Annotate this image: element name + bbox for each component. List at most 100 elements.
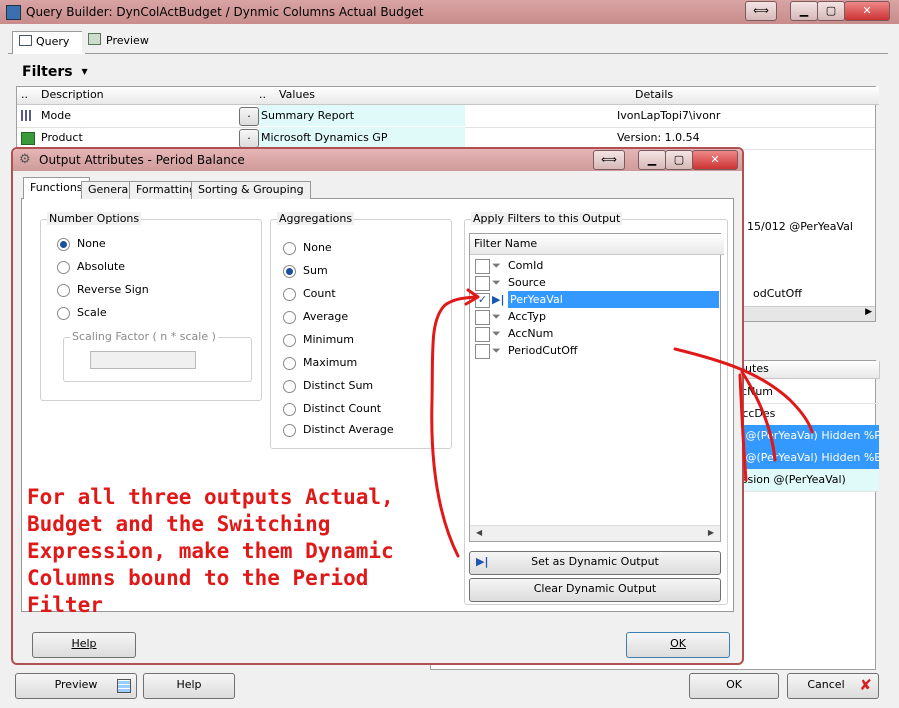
column-header-description[interactable]: Description [37,87,260,105]
filter-row-peryeaval[interactable]: ✓ ▶| PerYeaVal [471,291,719,308]
table-row[interactable]: AccDes [731,403,879,426]
cancel-button[interactable]: Cancel ✘ [787,673,879,699]
main-help-button[interactable]: Help [143,673,235,699]
window-title: Query Builder: DynColActBudget / Dynmic … [26,5,424,19]
dialog-resize-button[interactable]: ⟺ [593,150,625,170]
number-options-group: Number Options None Absolute Reverse Sig… [40,212,262,401]
table-row[interactable]: n @(PerYeaVal) Hidden %B [731,447,879,470]
preview-icon [88,33,101,45]
scroll-left-icon[interactable]: ◀ [476,528,482,537]
tab-sorting-grouping[interactable]: Sorting & Grouping [191,181,311,200]
row-value[interactable]: Microsoft Dynamics GP [259,127,465,148]
scaling-factor-input[interactable] [90,351,196,369]
radio-agg-distinct-average[interactable]: Distinct Average [283,422,394,438]
filter-list-scrollbar[interactable]: ◀ ▶ [470,525,720,541]
dialog-ok-button[interactable]: OK [626,632,730,658]
value-picker-button[interactable]: . [239,107,259,126]
dialog-minimize-button[interactable]: ▁ [638,150,666,170]
preview-grid-icon [117,679,131,693]
product-icon [21,132,35,145]
radio-absolute[interactable]: Absolute [57,259,125,275]
value-picker-button[interactable]: . [239,129,259,148]
dynamic-output-icon: ▶| [492,293,505,306]
row-description: Product [41,131,83,144]
filter-checkbox[interactable]: ✓ [475,293,490,308]
cancel-x-icon: ✘ [859,676,872,694]
row-description: Mode [41,109,71,122]
filter-checkbox[interactable] [475,344,490,359]
clear-dynamic-output-button[interactable]: Clear Dynamic Output [469,578,721,602]
dropdown-arrow-icon: ▼ [81,67,88,76]
dynamic-output-icon: ▶| [476,555,489,568]
aggregations-group: Aggregations None Sum Count Average Mini… [270,212,452,449]
table-row[interactable]: Mode . Summary Report IvonLapTopi7\ivonr [17,105,875,128]
filter-row-source[interactable]: ⏷ Source [471,274,719,291]
funnel-icon: ⏷ [492,276,501,289]
tab-query[interactable]: Query [12,31,86,54]
radio-scale[interactable]: Scale [57,305,107,321]
radio-agg-maximum[interactable]: Maximum [283,355,357,371]
filter-checkbox[interactable] [475,259,490,274]
filter-row-acctyp[interactable]: ⏷ AccTyp [471,308,719,325]
dialog-maximize-button[interactable]: ▢ [665,150,693,170]
column-header-attributes[interactable]: ibutes [731,361,880,379]
radio-none[interactable]: None [57,236,106,252]
tab-functions[interactable]: Functions [23,177,90,200]
filter-checkbox[interactable] [475,276,490,291]
tab-preview[interactable]: Preview [82,31,172,53]
filter-row-periodcutoff[interactable]: ⏷ PeriodCutOff [471,342,719,359]
row-details-partial: 15/012 @PerYeaVal [747,220,853,233]
radio-agg-none[interactable]: None [283,240,332,256]
filter-name-header[interactable]: Filter Name [470,234,724,255]
table-row[interactable]: n @(PerYeaVal) Hidden %P [731,425,879,448]
gear-icon: ⚙ [19,152,31,167]
table-row[interactable]: ession @(PerYeaVal) [731,469,879,492]
scroll-right-icon[interactable]: ▶ [708,528,714,537]
funnel-icon: ⏷ [492,327,501,340]
funnel-icon: ⏷ [492,259,501,272]
restore-size-button[interactable]: ⟺ [745,1,777,21]
row-details: Version: 1.0.54 [617,131,700,144]
scroll-right-icon[interactable]: ▶ [865,307,872,317]
apply-filters-legend: Apply Filters to this Output [471,212,623,225]
dialog-title: Output Attributes - Period Balance [39,153,245,167]
column-header-details[interactable]: Details [631,87,879,105]
row-details-partial: odCutOff [753,287,802,300]
minimize-button[interactable]: ▁ [790,1,818,21]
apply-filters-group: Apply Filters to this Output Filter Name… [464,212,728,605]
column-header-values[interactable]: Values [275,87,636,105]
dialog-title-bar: ⚙ Output Attributes - Period Balance ⟺ ▁… [13,149,742,171]
mode-icon [21,110,33,121]
dialog-tabs: Functions General Formatting Sorting & G… [21,177,734,200]
preview-button[interactable]: Preview [15,673,137,699]
maximize-button[interactable]: ▢ [817,1,845,21]
dialog-help-button[interactable]: Help [32,632,136,658]
horizontal-scrollbar[interactable]: ▶ [741,306,875,321]
filter-row-comid[interactable]: ⏷ ComId [471,257,719,274]
radio-agg-average[interactable]: Average [283,309,348,325]
table-row[interactable]: ccNum [731,381,879,404]
radio-agg-minimum[interactable]: Minimum [283,332,354,348]
radio-agg-count[interactable]: Count [283,286,336,302]
number-options-legend: Number Options [47,212,142,225]
close-button[interactable]: ✕ [844,1,890,21]
main-tabs: Query Preview [8,30,888,54]
filter-checkbox[interactable] [475,327,490,342]
filters-heading[interactable]: Filters ▼ [22,64,88,80]
row-value[interactable]: Summary Report [259,105,465,126]
query-icon [19,35,32,46]
row-details: IvonLapTopi7\ivonr [617,109,721,122]
scaling-factor-group: Scaling Factor ( n * scale ) [63,330,252,382]
set-dynamic-output-button[interactable]: ▶| Set as Dynamic Output [469,551,721,575]
radio-reverse-sign[interactable]: Reverse Sign [57,282,149,298]
filter-row-accnum[interactable]: ⏷ AccNum [471,325,719,342]
main-ok-button[interactable]: OK [689,673,779,699]
app-icon [6,5,21,20]
radio-agg-distinct-sum[interactable]: Distinct Sum [283,378,373,394]
funnel-icon: ⏷ [492,310,501,323]
filter-list: Filter Name ⏷ ComId ⏷ Source ✓ ▶| PerYea… [469,233,724,542]
radio-agg-distinct-count[interactable]: Distinct Count [283,401,381,417]
dialog-close-button[interactable]: ✕ [692,150,738,170]
filter-checkbox[interactable] [475,310,490,325]
radio-agg-sum[interactable]: Sum [283,263,328,279]
